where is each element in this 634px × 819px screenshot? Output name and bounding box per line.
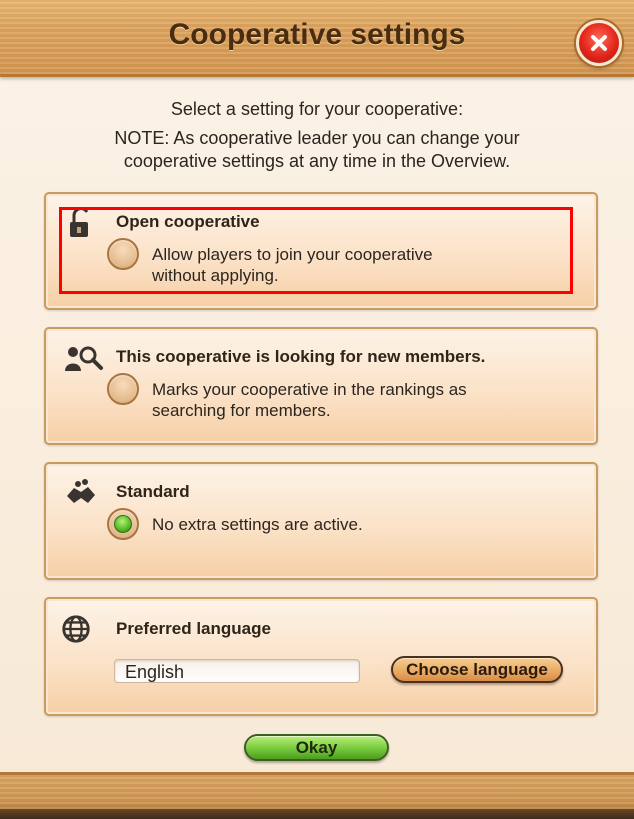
note-line: NOTE: As cooperative leader you can chan… <box>114 128 520 148</box>
note-line: cooperative settings at any time in the … <box>123 151 511 171</box>
radio-selected-dot <box>114 515 132 533</box>
title-bar: Cooperative settings <box>0 0 634 77</box>
option-radio-selected[interactable] <box>107 508 139 540</box>
option-title: Open cooperative <box>116 212 260 231</box>
language-title: Preferred language <box>116 619 271 638</box>
dialog-title: Cooperative settings <box>168 18 466 51</box>
option-looking-for-members[interactable]: This cooperative is looking for new memb… <box>44 327 598 445</box>
option-desc-line: without applying. <box>152 266 279 285</box>
close-icon <box>591 35 607 51</box>
okay-button[interactable]: Okay <box>244 734 389 761</box>
option-description: Allow players to join your cooperative w… <box>152 244 433 286</box>
option-radio[interactable] <box>107 373 139 405</box>
bottom-bar <box>0 772 634 819</box>
intro-line: Select a setting for your cooperative: <box>170 99 464 119</box>
option-standard[interactable]: Standard No extra settings are active. <box>44 462 598 580</box>
preferred-language-panel: Preferred language English Choose langua… <box>44 597 598 716</box>
globe-icon <box>62 615 90 643</box>
option-desc-line: Allow players to join your cooperative <box>152 245 433 264</box>
intro-text: Select a setting for your cooperative: N… <box>0 98 634 173</box>
bottom-bar-shadow <box>0 809 634 819</box>
language-field[interactable]: English <box>114 659 360 683</box>
person-search-icon <box>65 346 103 371</box>
option-radio[interactable] <box>107 238 139 270</box>
option-description: No extra settings are active. <box>152 514 363 535</box>
option-title: This cooperative is looking for new memb… <box>116 347 486 366</box>
option-description: Marks your cooperative in the rankings a… <box>152 379 467 421</box>
close-button[interactable] <box>576 20 622 66</box>
option-desc-line: Marks your cooperative in the rankings a… <box>152 380 467 399</box>
open-lock-icon <box>70 207 89 237</box>
option-title: Standard <box>116 482 190 501</box>
cooperative-settings-dialog: Cooperative settings Select a setting fo… <box>0 0 634 819</box>
handshake-icon <box>67 479 95 503</box>
option-desc-line: searching for members. <box>152 401 331 420</box>
option-open-cooperative[interactable]: Open cooperative Allow players to join y… <box>44 192 598 310</box>
option-desc-line: No extra settings are active. <box>152 515 363 534</box>
choose-language-button[interactable]: Choose language <box>391 656 563 683</box>
